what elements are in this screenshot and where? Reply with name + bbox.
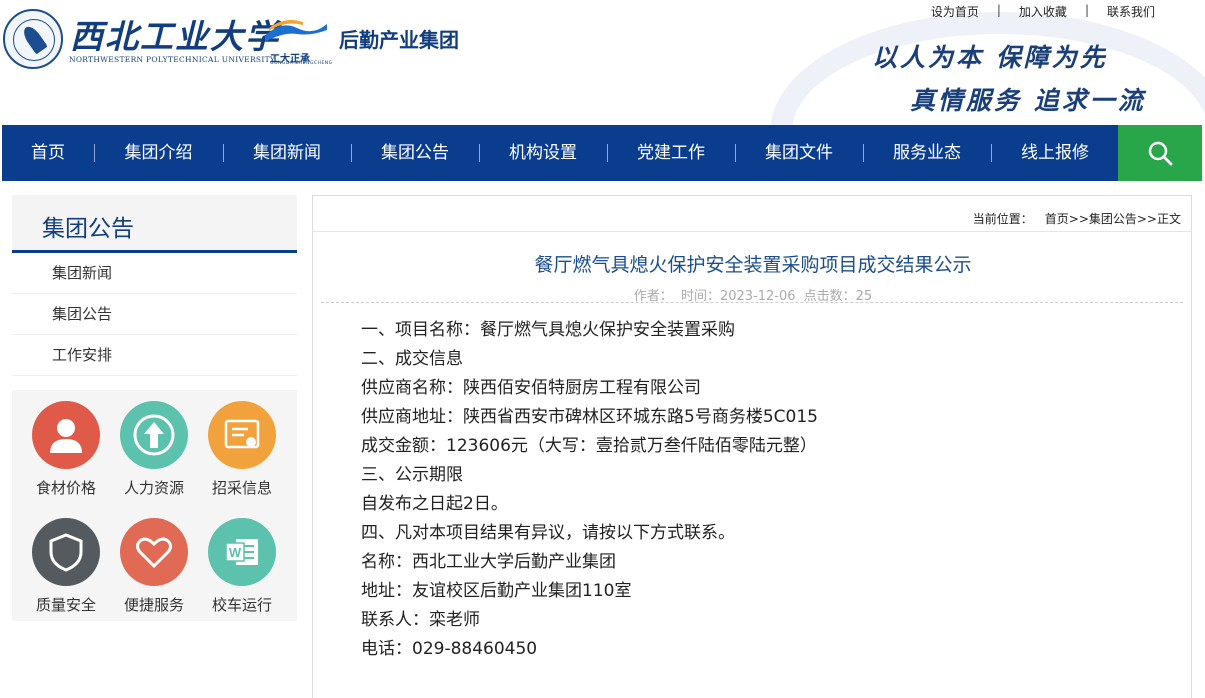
heart-icon	[120, 518, 188, 586]
nav-item-repair[interactable]: 线上报修	[991, 125, 1119, 181]
article-title: 餐厅燃气具熄火保护安全装置采购项目成交结果公示	[534, 254, 972, 276]
article-line: 名称：西北工业大学后勤产业集团	[361, 552, 616, 572]
contact-us-link[interactable]: 联系我们	[1089, 3, 1173, 20]
article-panel: 当前位置： 首页>>集团公告>>正文 餐厅燃气具熄火保护安全装置采购项目成交结果…	[312, 195, 1192, 698]
group-name: 后勤产业集团	[339, 28, 459, 52]
nav-item-announcements[interactable]: 集团公告	[351, 125, 479, 181]
add-favorite-link[interactable]: 加入收藏	[1001, 3, 1085, 20]
quick-link-convenient-service[interactable]: 便捷服务	[111, 518, 197, 615]
quick-link-hr[interactable]: 人力资源	[111, 401, 197, 498]
nav-item-about[interactable]: 集团介绍	[94, 125, 223, 181]
top-links: 设为首页 | 加入收藏 | 联系我们	[913, 3, 1173, 20]
sidebar-header: 集团公告	[12, 195, 297, 253]
breadcrumb-bar: 当前位置： 首页>>集团公告>>正文	[313, 196, 1191, 232]
person-icon	[32, 401, 100, 469]
article-line: 供应商地址：陕西省西安市碑林区环城东路5号商务楼5C015	[361, 407, 818, 427]
university-name: 西北工业大学	[70, 17, 280, 56]
nav-item-party[interactable]: 党建工作	[607, 125, 735, 181]
article-line: 一、项目名称：餐厅燃气具熄火保护安全装置采购	[361, 320, 735, 340]
article-line: 三、公示期限	[361, 465, 463, 485]
set-homepage-link[interactable]: 设为首页	[913, 3, 997, 20]
wave-logo-icon	[265, 20, 327, 42]
nav-item-departments[interactable]: 机构设置	[479, 125, 607, 181]
quick-link-label: 质量安全	[35, 596, 96, 614]
article-body: 一、项目名称：餐厅燃气具熄火保护安全装置采购 二、成交信息 供应商名称：陕西佰安…	[361, 316, 818, 664]
quick-links-panel: 食材价格 人力资源 招采信息 质量安全 便捷服务 W 校车运行	[12, 390, 297, 621]
article-line: 成交金额：123606元（大写：壹拾贰万叁仟陆佰零陆元整）	[361, 436, 817, 456]
sidebar-item-announcements[interactable]: 集团公告	[12, 294, 297, 335]
breadcrumb-path[interactable]: 首页>>集团公告>>正文	[1045, 210, 1181, 227]
slogan-line-1: 以人为本 保障为先	[872, 43, 1108, 72]
breadcrumb: 当前位置： 首页>>集团公告>>正文	[973, 210, 1181, 227]
sublogo-small-text: GONGDA ZHENGCHENG	[270, 61, 333, 66]
svg-text:W: W	[229, 545, 242, 560]
certificate-icon	[208, 401, 276, 469]
nav-item-news[interactable]: 集团新闻	[223, 125, 351, 181]
shield-icon	[32, 518, 100, 586]
quick-link-label: 校车运行	[211, 596, 272, 614]
sidebar-title: 集团公告	[42, 216, 134, 242]
university-english-name: NORTHWESTERN POLYTECHNICAL UNIVERSITY	[69, 55, 276, 64]
quick-link-label: 食材价格	[35, 479, 96, 497]
quick-link-quality-safety[interactable]: 质量安全	[23, 518, 109, 615]
article-line: 自发布之日起2日。	[361, 494, 508, 514]
article-line: 地址：友谊校区后勤产业集团110室	[361, 581, 632, 601]
article-line: 电话：029-88460450	[361, 639, 538, 659]
main-nav: 首页 集团介绍 集团新闻 集团公告 机构设置 党建工作 集团文件 服务业态 线上…	[2, 125, 1202, 181]
divider	[321, 302, 1183, 303]
university-seal-logo[interactable]	[3, 9, 63, 69]
breadcrumb-prefix: 当前位置：	[972, 212, 1033, 226]
nav-search-button[interactable]	[1118, 125, 1202, 181]
site-header: 西北工业大学 NORTHWESTERN POLYTECHNICAL UNIVER…	[0, 0, 1205, 125]
quick-link-school-bus[interactable]: W 校车运行	[199, 518, 285, 615]
quick-link-food-prices[interactable]: 食材价格	[23, 401, 109, 498]
word-doc-icon: W	[208, 518, 276, 586]
sidebar-item-news[interactable]: 集团新闻	[12, 253, 297, 294]
sidebar-item-schedule[interactable]: 工作安排	[12, 335, 297, 376]
quick-link-procurement[interactable]: 招采信息	[199, 401, 285, 498]
article-line: 二、成交信息	[361, 349, 463, 369]
slogan-line-2: 真情服务 追求一流	[910, 86, 1146, 115]
upload-person-icon	[120, 401, 188, 469]
nav-item-documents[interactable]: 集团文件	[735, 125, 863, 181]
quick-link-label: 人力资源	[123, 479, 184, 497]
quick-link-label: 招采信息	[211, 479, 272, 497]
nav-item-home[interactable]: 首页	[2, 125, 94, 181]
sidebar: 集团公告 集团新闻 集团公告 工作安排	[12, 195, 297, 376]
quick-link-label: 便捷服务	[123, 596, 184, 614]
article-line: 联系人：栾老师	[361, 610, 480, 630]
article-line: 供应商名称：陕西佰安佰特厨房工程有限公司	[361, 378, 701, 398]
search-icon	[1148, 141, 1173, 166]
article-line: 四、凡对本项目结果有异议，请按以下方式联系。	[361, 523, 735, 543]
nav-item-services[interactable]: 服务业态	[863, 125, 991, 181]
